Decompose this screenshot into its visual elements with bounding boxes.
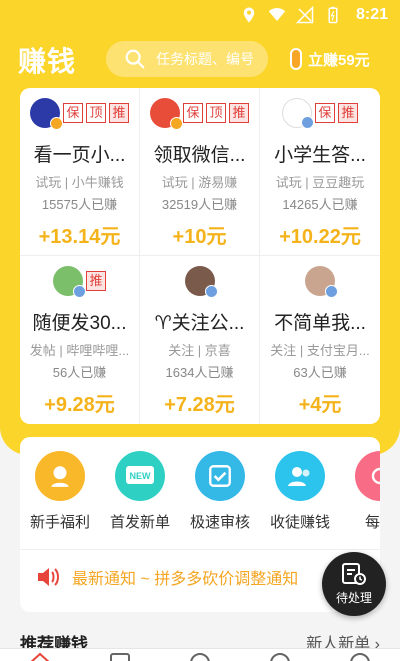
- app-logo: 赚钱: [18, 46, 77, 77]
- recommend-section-header: 推荐赚钱 新人新单 ›: [20, 630, 380, 654]
- task-reward: +9.28元: [44, 394, 115, 416]
- task-title: ♈关注公...: [154, 313, 245, 334]
- task-card[interactable]: ♈关注公... 关注 | 京喜 1634人已赚 +7.28元: [140, 256, 260, 424]
- task-avatar: [282, 98, 314, 129]
- location-icon: [243, 7, 255, 23]
- quick-action-label: 首发新单: [109, 514, 170, 531]
- daily-icon: [355, 451, 380, 501]
- vip-badge-icon: [73, 285, 86, 298]
- svg-text:NEW: NEW: [130, 471, 152, 481]
- vip-badge-icon: [50, 117, 63, 130]
- task-meta: 关注 | 京喜: [168, 343, 231, 358]
- profile-tab-icon[interactable]: [348, 651, 372, 661]
- wifi-icon: [268, 7, 286, 21]
- task-meta: 试玩 | 小牛赚钱: [35, 175, 124, 190]
- task-count: 63人已赚: [293, 365, 347, 380]
- vip-badge-icon: [204, 285, 218, 298]
- quick-action-new-order[interactable]: NEW 首发新单: [100, 451, 180, 532]
- home-tab-icon[interactable]: [28, 651, 52, 661]
- status-bar: 8:21: [0, 0, 400, 32]
- coin-icon: [290, 48, 302, 70]
- task-avatar: [53, 266, 86, 298]
- fab-label: 待处理: [335, 591, 372, 605]
- task-tag: 推: [86, 271, 106, 291]
- task-meta: 关注 | 支付宝月...: [270, 343, 370, 358]
- task-card[interactable]: 保顶推 领取微信... 试玩 | 游易赚 32519人已赚 +10元: [140, 88, 260, 256]
- check-icon: [195, 451, 245, 501]
- task-card[interactable]: 推 随便发30... 发帖 | 哔哩哔哩... 56人已赚 +9.28元: [20, 256, 140, 424]
- task-card[interactable]: 保推 小学生答... 试玩 | 豆豆趣玩 14265人已赚 +10.22元: [260, 88, 380, 256]
- task-tag: 保: [315, 103, 335, 123]
- pending-task-icon: [342, 563, 366, 585]
- quick-action-newbie[interactable]: 新手福利: [20, 451, 100, 532]
- discover-tab-icon[interactable]: [268, 651, 292, 661]
- new-badge-icon: NEW: [115, 451, 165, 501]
- clock: 8:21: [355, 6, 388, 23]
- search-bar[interactable]: 任务标题、编号: [106, 41, 268, 77]
- tasks-tab-icon[interactable]: [108, 651, 132, 661]
- notice-bar[interactable]: 最新通知 ~ 拼多多砍价调整通知: [36, 565, 356, 589]
- task-meta: 试玩 | 豆豆趣玩: [275, 175, 365, 190]
- task-tag: 推: [229, 103, 249, 123]
- task-avatar: [184, 266, 218, 298]
- task-meta: 试玩 | 游易赚: [161, 175, 238, 190]
- task-avatar: [305, 266, 338, 298]
- quick-action-label: 每日: [364, 514, 380, 531]
- battery-icon: [328, 6, 338, 24]
- quick-action-invite[interactable]: 收徒赚钱: [260, 451, 340, 532]
- task-card[interactable]: 不简单我... 关注 | 支付宝月... 63人已赚 +4元: [260, 256, 380, 424]
- task-tag: 保: [183, 103, 203, 123]
- vip-badge-icon: [170, 117, 183, 130]
- speaker-icon: [38, 568, 59, 586]
- task-tag: 顶: [86, 103, 106, 123]
- quick-action-daily[interactable]: 每日: [340, 451, 380, 532]
- task-tag: 顶: [206, 103, 226, 123]
- task-reward: +10元: [172, 226, 227, 248]
- task-reward: +13.14元: [38, 226, 121, 248]
- task-avatar: [150, 98, 183, 130]
- task-reward: +4元: [298, 394, 342, 416]
- no-signal-icon: [295, 6, 314, 24]
- task-avatar: [30, 98, 63, 130]
- broadcast-tab-icon[interactable]: [188, 651, 212, 661]
- task-count: 15575人已赚: [41, 197, 118, 212]
- notice-text: 最新通知 ~ 拼多多砍价调整通知: [72, 571, 299, 588]
- task-tag: 推: [338, 103, 358, 123]
- task-card[interactable]: 保顶推 看一页小... 试玩 | 小牛赚钱 15575人已赚 +13.14元: [20, 88, 140, 256]
- quick-action-label: 新手福利: [29, 514, 90, 531]
- vip-badge-icon: [325, 285, 338, 298]
- search-placeholder: 任务标题、编号: [156, 51, 254, 67]
- gift-face-icon: [35, 451, 85, 501]
- task-count: 32519人已赚: [161, 197, 238, 212]
- task-tag: 推: [109, 103, 129, 123]
- task-reward: +10.22元: [279, 226, 361, 248]
- earn-label: 立赚59元: [308, 51, 370, 69]
- task-title: 看一页小...: [33, 145, 126, 166]
- task-count: 56人已赚: [52, 365, 107, 380]
- quick-action-fast-review[interactable]: 极速审核: [180, 451, 260, 532]
- task-reward: +7.28元: [164, 394, 235, 416]
- task-title: 随便发30...: [32, 313, 127, 334]
- quick-action-label: 收徒赚钱: [269, 514, 330, 531]
- task-count: 1634人已赚: [165, 365, 234, 380]
- vip-badge-icon: [301, 116, 314, 129]
- task-count: 14265人已赚: [282, 197, 358, 212]
- task-meta: 发帖 | 哔哩哔哩...: [29, 343, 130, 358]
- quick-action-label: 极速审核: [189, 514, 250, 531]
- task-grid: 保顶推 看一页小... 试玩 | 小牛赚钱 15575人已赚 +13.14元 保…: [20, 88, 380, 424]
- pending-fab-button[interactable]: 待处理: [322, 552, 386, 616]
- search-icon: [125, 49, 145, 69]
- divider: [20, 549, 380, 550]
- task-title: 不简单我...: [274, 313, 366, 334]
- task-tag: 保: [63, 103, 83, 123]
- task-title: 领取微信...: [153, 145, 246, 166]
- top-header: 赚钱 任务标题、编号 立赚59元: [0, 40, 400, 80]
- people-icon: [275, 451, 325, 501]
- task-title: 小学生答...: [274, 145, 366, 166]
- bottom-tab-bar: [0, 648, 400, 661]
- earn-now-button[interactable]: 立赚59元: [290, 48, 370, 70]
